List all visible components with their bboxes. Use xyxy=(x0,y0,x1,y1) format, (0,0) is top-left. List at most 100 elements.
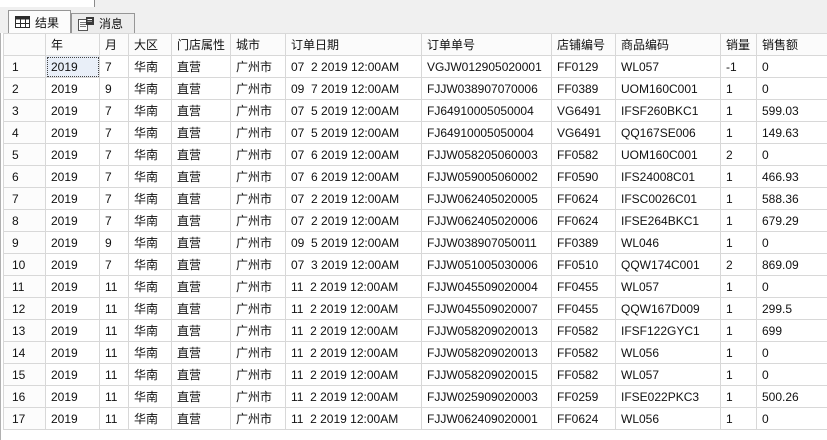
cell[interactable]: 华南 xyxy=(128,99,172,122)
row-number[interactable]: 5 xyxy=(3,143,46,166)
cell[interactable]: 11 xyxy=(99,341,129,364)
cell[interactable]: 7 xyxy=(99,55,129,78)
cell[interactable]: 679.29 xyxy=(756,209,827,232)
cell[interactable]: FF0510 xyxy=(551,253,616,276)
cell[interactable]: 09 5 2019 12:00AM xyxy=(285,231,422,254)
cell[interactable]: 华南 xyxy=(128,385,172,408)
cell[interactable]: 广州市 xyxy=(230,187,286,210)
cell[interactable]: FJ64910005050004 xyxy=(421,121,552,144)
cell[interactable]: 11 xyxy=(99,297,129,320)
cell[interactable]: 华南 xyxy=(128,77,172,100)
cell[interactable]: 华南 xyxy=(128,187,172,210)
cell[interactable]: 599.03 xyxy=(756,99,827,122)
row-number[interactable]: 9 xyxy=(3,231,46,254)
cell[interactable]: IFSF122GYC1 xyxy=(615,319,721,342)
cell[interactable]: IFSC0026C01 xyxy=(615,187,721,210)
cell[interactable]: 1 xyxy=(720,319,757,342)
column-header-年[interactable]: 年 xyxy=(45,33,100,56)
cell[interactable]: FF0582 xyxy=(551,319,616,342)
cell[interactable]: FJJW058209020013 xyxy=(421,341,552,364)
cell[interactable]: FF0455 xyxy=(551,275,616,298)
row-number[interactable]: 3 xyxy=(3,99,46,122)
cell[interactable]: WL056 xyxy=(615,341,721,364)
column-header-销售额[interactable]: 销售额 xyxy=(756,33,827,56)
cell[interactable]: FF0624 xyxy=(551,209,616,232)
cell[interactable]: 直营 xyxy=(171,253,231,276)
cell[interactable]: 直营 xyxy=(171,77,231,100)
corner-header[interactable] xyxy=(3,33,46,56)
row-number[interactable]: 11 xyxy=(3,275,46,298)
column-header-大区[interactable]: 大区 xyxy=(128,33,172,56)
cell[interactable]: 广州市 xyxy=(230,99,286,122)
cell[interactable]: 1 xyxy=(720,209,757,232)
cell[interactable]: QQW174C001 xyxy=(615,253,721,276)
column-header-订单单号[interactable]: 订单单号 xyxy=(421,33,552,56)
cell[interactable]: 11 xyxy=(99,363,129,386)
row-number[interactable]: 2 xyxy=(3,77,46,100)
cell[interactable]: 直营 xyxy=(171,275,231,298)
tab-messages[interactable]: 消息 xyxy=(71,13,136,33)
cell[interactable]: 直营 xyxy=(171,121,231,144)
cell[interactable]: 华南 xyxy=(128,341,172,364)
cell[interactable]: FJJW062405020005 xyxy=(421,187,552,210)
cell[interactable]: 11 xyxy=(99,385,129,408)
cell[interactable]: 直营 xyxy=(171,297,231,320)
cell[interactable]: 7 xyxy=(99,187,129,210)
row-number[interactable]: 4 xyxy=(3,121,46,144)
cell[interactable]: FJJW059005060002 xyxy=(421,165,552,188)
cell[interactable]: FF0259 xyxy=(551,385,616,408)
cell[interactable]: FF0389 xyxy=(551,77,616,100)
cell[interactable]: 11 2 2019 12:00AM xyxy=(285,319,422,342)
cell[interactable]: 直营 xyxy=(171,231,231,254)
cell[interactable]: 2019 xyxy=(45,363,100,386)
cell[interactable]: 2019 xyxy=(45,341,100,364)
cell[interactable]: FJJW038907050011 xyxy=(421,231,552,254)
cell[interactable]: 2 xyxy=(720,253,757,276)
cell[interactable]: 直营 xyxy=(171,187,231,210)
cell[interactable]: FF0582 xyxy=(551,363,616,386)
cell[interactable]: FF0624 xyxy=(551,407,616,430)
cell[interactable]: 华南 xyxy=(128,297,172,320)
results-table[interactable]: 年月大区 门店属性 城市 订单日期 订单单号 店铺编号 商品编码 销量 销售额 1 2019 7 华南… xyxy=(3,33,827,430)
row-number[interactable]: 12 xyxy=(3,297,46,320)
cell[interactable]: FJJW025909020003 xyxy=(421,385,552,408)
cell[interactable]: 1 xyxy=(720,407,757,430)
cell[interactable]: 广州市 xyxy=(230,407,286,430)
cell[interactable]: 11 2 2019 12:00AM xyxy=(285,341,422,364)
cell[interactable]: 869.09 xyxy=(756,253,827,276)
cell[interactable]: IFSF260BKC1 xyxy=(615,99,721,122)
cell[interactable]: 2019 xyxy=(45,121,100,144)
cell[interactable]: 07 5 2019 12:00AM xyxy=(285,121,422,144)
cell[interactable]: 07 6 2019 12:00AM xyxy=(285,143,422,166)
cell[interactable]: IFSE264BKC1 xyxy=(615,209,721,232)
cell[interactable]: 09 7 2019 12:00AM xyxy=(285,77,422,100)
row-number[interactable]: 14 xyxy=(3,341,46,364)
column-header-店铺编号[interactable]: 店铺编号 xyxy=(551,33,616,56)
cell[interactable]: 500.26 xyxy=(756,385,827,408)
cell[interactable]: 1 xyxy=(720,297,757,320)
cell[interactable]: 2019 xyxy=(45,187,100,210)
cell[interactable]: 11 2 2019 12:00AM xyxy=(285,407,422,430)
cell[interactable]: 7 xyxy=(99,143,129,166)
cell[interactable]: 9 xyxy=(99,231,129,254)
cell[interactable]: 2019 xyxy=(45,319,100,342)
cell[interactable]: VG6491 xyxy=(551,99,616,122)
cell[interactable]: 2019 xyxy=(45,77,100,100)
row-number[interactable]: 1 xyxy=(3,55,46,78)
cell[interactable]: 1 xyxy=(720,363,757,386)
cell[interactable]: FJJW038907070006 xyxy=(421,77,552,100)
cell[interactable]: 1 xyxy=(720,165,757,188)
cell[interactable]: 华南 xyxy=(128,319,172,342)
cell[interactable]: FJJW062409020001 xyxy=(421,407,552,430)
selected-cell[interactable]: 2019 xyxy=(45,55,100,78)
cell[interactable]: FJJW062405020006 xyxy=(421,209,552,232)
cell[interactable]: 广州市 xyxy=(230,143,286,166)
cell[interactable]: 11 2 2019 12:00AM xyxy=(285,385,422,408)
cell[interactable]: FJJW058209020015 xyxy=(421,363,552,386)
cell[interactable]: 直营 xyxy=(171,165,231,188)
cell[interactable]: 华南 xyxy=(128,231,172,254)
cell[interactable]: 2019 xyxy=(45,165,100,188)
cell[interactable]: 2019 xyxy=(45,275,100,298)
cell[interactable]: 2019 xyxy=(45,143,100,166)
cell[interactable]: 华南 xyxy=(128,253,172,276)
